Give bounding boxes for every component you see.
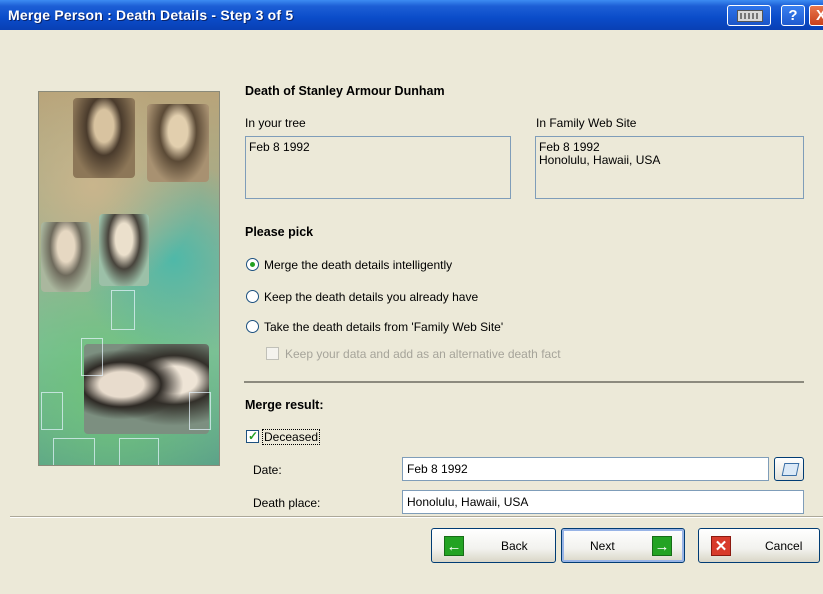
footer-divider — [10, 516, 823, 517]
calendar-button[interactable] — [774, 457, 804, 481]
next-button-label: Next — [590, 539, 615, 553]
web-site-label: In Family Web Site — [536, 116, 637, 130]
radio-keep-existing-label[interactable]: Keep the death details you already have — [264, 290, 478, 304]
radio-take-from-site[interactable] — [246, 320, 259, 333]
radio-take-from-site-label[interactable]: Take the death details from 'Family Web … — [264, 320, 503, 334]
tree-node — [53, 438, 95, 465]
pick-heading: Please pick — [245, 225, 314, 239]
radio-merge-intelligently-label[interactable]: Merge the death details intelligently — [264, 258, 452, 272]
death-heading: Death of Stanley Armour Dunham — [245, 84, 445, 98]
keyboard-icon — [737, 10, 763, 22]
death-place-field[interactable]: Honolulu, Hawaii, USA — [402, 490, 804, 514]
back-button-label: Back — [501, 539, 528, 553]
help-icon[interactable]: ? — [781, 5, 805, 26]
tree-node — [189, 392, 211, 430]
cancel-x-icon: ✕ — [711, 536, 731, 556]
photo-portrait-man — [73, 98, 135, 178]
alternative-fact-checkbox[interactable] — [266, 347, 279, 360]
close-icon[interactable]: X — [809, 5, 823, 26]
web-site-value: Feb 8 1992 Honolulu, Hawaii, USA — [535, 136, 804, 199]
date-field[interactable]: Feb 8 1992 — [402, 457, 769, 481]
next-arrow-icon: → — [652, 536, 672, 556]
deceased-checkbox[interactable] — [246, 429, 259, 443]
radio-merge-intelligently[interactable] — [246, 258, 259, 271]
date-label: Date: — [253, 463, 282, 477]
your-tree-label: In your tree — [245, 116, 306, 130]
next-button[interactable]: Next → — [561, 528, 685, 563]
photo-portrait-older-woman — [99, 214, 149, 286]
keyboard-button[interactable] — [727, 5, 771, 26]
photo-portrait-older-man — [41, 222, 91, 292]
cancel-button-label: Cancel — [765, 539, 803, 553]
calendar-icon — [781, 463, 800, 476]
window-title: Merge Person : Death Details - Step 3 of… — [8, 7, 294, 23]
tree-node — [111, 290, 135, 330]
tree-node — [119, 438, 159, 465]
section-divider — [244, 381, 804, 383]
deceased-label[interactable]: Deceased — [262, 429, 321, 445]
tree-node — [81, 338, 103, 376]
merge-result-heading: Merge result: — [245, 398, 324, 412]
back-button[interactable]: ← Back — [431, 528, 556, 563]
title-bar: Merge Person : Death Details - Step 3 of… — [0, 0, 823, 30]
back-arrow-icon: ← — [444, 536, 464, 556]
family-photo-collage — [38, 91, 220, 466]
death-place-label: Death place: — [253, 496, 321, 510]
photo-portrait-woman — [147, 104, 209, 182]
alternative-fact-label: Keep your data and add as an alternative… — [285, 347, 561, 361]
cancel-button[interactable]: ✕ Cancel — [698, 528, 820, 563]
your-tree-value: Feb 8 1992 — [245, 136, 511, 199]
tree-node — [41, 392, 63, 430]
radio-keep-existing[interactable] — [246, 290, 259, 303]
